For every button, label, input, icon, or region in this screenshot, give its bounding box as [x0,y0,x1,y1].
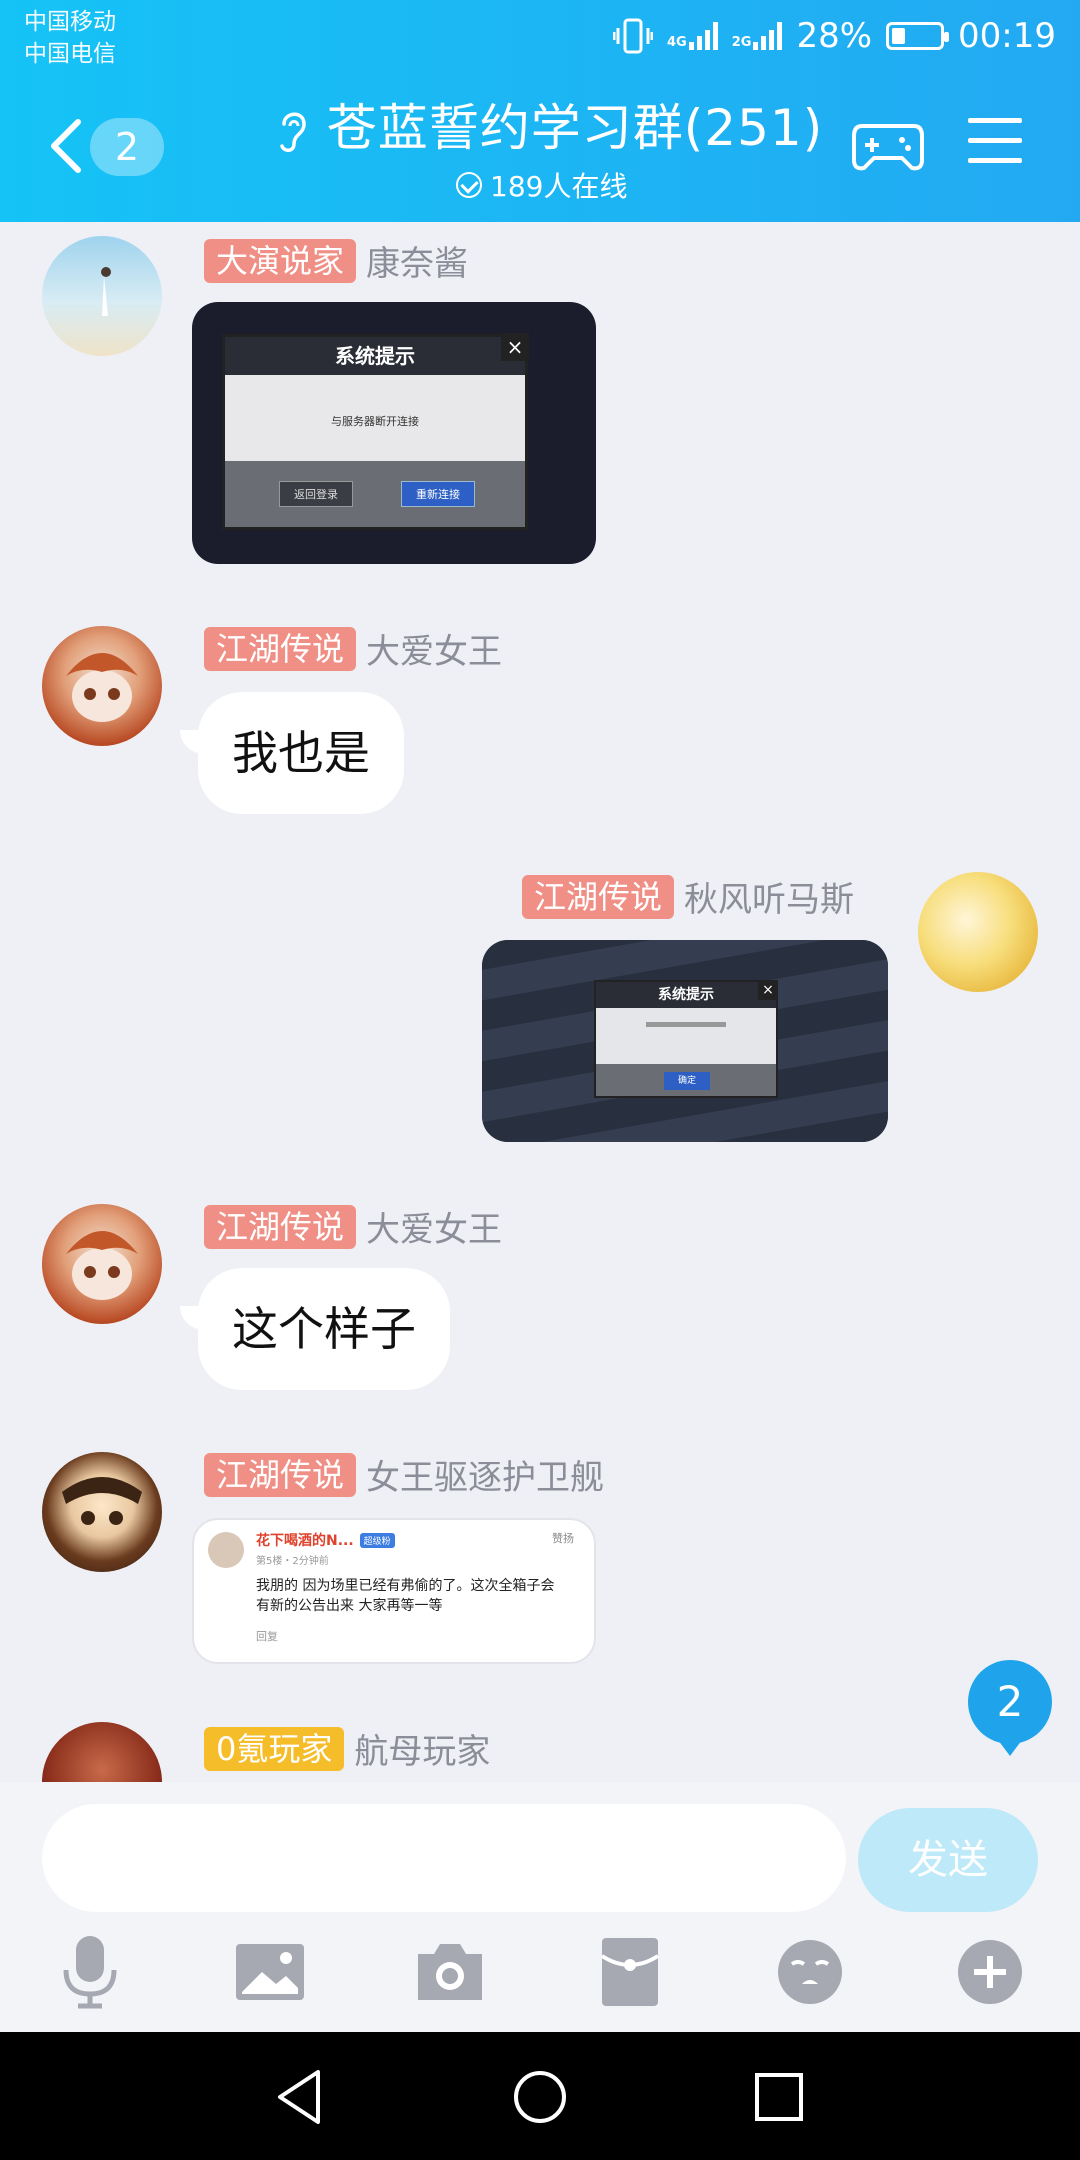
signal-bars-1-icon [688,22,718,50]
image-message[interactable]: 系统提示 × 与服务器断开连接 返回登录 重新连接 [192,302,596,564]
carrier-2: 中国电信 [24,41,116,67]
back-triangle-icon[interactable] [266,2062,336,2132]
post-reply: 回复 [256,1630,278,1643]
battery-icon [886,22,950,50]
dialog-ok: 确定 [664,1072,710,1090]
dialog-title: 系统提示 [596,982,776,1008]
sender-meta: 大演说家 康奈酱 [204,236,468,285]
red-packet-icon[interactable] [590,1932,670,2012]
dialog-screenshot: 系统提示 × 与服务器断开连接 返回登录 重新连接 [222,333,529,530]
online-status: 189人在线 [456,165,627,205]
unread-badge[interactable]: 2 [90,118,164,176]
sender-meta: 江湖传说 女王驱逐护卫舰 [204,1450,604,1499]
chat-screen: 中国移动 中国电信 4G 2G 28% 00:19 2 苍蓝誓约学习群(251) [0,0,1080,2160]
group-title: 苍蓝誓约学习群(251) [326,99,824,157]
vibrate-icon [613,18,653,54]
dialog-body: 与服务器断开连接 [331,415,419,428]
avatar[interactable] [42,1204,162,1324]
recents-square-icon[interactable] [744,2062,814,2132]
dialog-title: 系统提示 [225,337,525,375]
back-chevron-icon[interactable] [46,118,86,174]
post-text: 我朋的 因为场里已经有弗偷的了。这次全箱子会 有新的公告出来 大家再等一等 [256,1576,554,1616]
camera-icon[interactable] [410,1932,490,2012]
home-circle-icon[interactable] [505,2062,575,2132]
sender-meta: 江湖传说 秋风听马斯 [522,872,854,921]
post-line-2: 有新的公告出来 大家再等一等 [256,1598,443,1614]
message-list[interactable]: 大演说家 康奈酱 系统提示 × 与服务器断开连接 返回登录 重新连接 江湖传说 … [0,222,1080,1782]
text-bubble[interactable]: 这个样子 [180,1268,450,1390]
online-count: 189人在线 [490,170,628,203]
sender-name[interactable]: 康奈酱 [366,236,468,285]
check-circle-icon [456,172,482,198]
post-line-1: 我朋的 因为场里已经有弗偷的了。这次全箱子会 [256,1578,555,1594]
avatar[interactable] [918,872,1038,992]
post-badge: 超级粉 [359,1532,395,1548]
dialog-screenshot: 系统提示 × 确定 [594,980,778,1098]
sender-name[interactable]: 大爱女王 [366,624,502,673]
net-type-1: 4G [667,35,687,50]
battery-percent: 28% [796,16,873,56]
avatar[interactable] [42,1452,162,1572]
close-icon: × [501,333,529,361]
level-tag: 江湖传说 [204,1452,357,1497]
level-tag: 江湖传说 [522,874,675,919]
sender-meta: 0氪玩家 航母玩家 [204,1724,490,1773]
dialog-btn-right: 重新连接 [401,481,475,507]
message-input[interactable] [42,1804,846,1912]
avatar[interactable] [42,236,162,356]
level-tag: 大演说家 [204,238,357,283]
header: 中国移动 中国电信 4G 2G 28% 00:19 2 苍蓝誓约学习群(251) [0,0,1080,222]
sender-meta: 江湖传说 大爱女王 [204,1202,502,1251]
post-like: 赞扬 [552,1532,574,1545]
level-tag: 江湖传说 [204,1204,357,1249]
menu-icon[interactable] [968,118,1022,172]
signal-1: 4G [667,22,718,50]
text-bubble[interactable]: 我也是 [180,692,404,814]
avatar [208,1532,244,1568]
navigation-bar [0,2032,1080,2160]
image-icon[interactable] [230,1932,310,2012]
status-icons: 4G 2G 28% 00:19 [613,14,1056,58]
avatar[interactable] [42,626,162,746]
sender-name[interactable]: 秋风听马斯 [684,872,854,921]
image-message[interactable]: 花下喝酒的N... 超级粉 赞扬 第5楼・2分钟前 我朋的 因为场里已经有弗偷的… [192,1518,596,1664]
battery-fill [892,28,905,44]
carriers: 中国移动 中国电信 [24,6,116,70]
gamepad-icon[interactable] [852,116,924,174]
plus-icon[interactable] [950,1932,1030,2012]
microphone-icon[interactable] [50,1932,130,2012]
image-message[interactable]: 系统提示 × 确定 [482,940,888,1142]
post-user: 花下喝酒的N... [256,1533,354,1549]
level-tag: 江湖传说 [204,626,357,671]
close-icon: × [758,980,778,1000]
avatar[interactable] [42,1722,162,1782]
emoji-icon[interactable] [770,1932,850,2012]
level-tag: 0氪玩家 [204,1726,345,1771]
sender-meta: 江湖传说 大爱女王 [204,624,502,673]
new-message-badge[interactable]: 2 [968,1660,1052,1756]
carrier-1: 中国移动 [24,9,116,35]
sender-name[interactable]: 航母玩家 [354,1724,490,1773]
title-area[interactable]: 苍蓝誓约学习群(251) [270,92,830,164]
send-button[interactable]: 发送 [858,1808,1038,1912]
net-type-2: 2G [731,35,752,50]
clock: 00:19 [958,16,1056,56]
sender-name[interactable]: 大爱女王 [366,1202,502,1251]
signal-bars-2-icon [753,22,783,50]
sender-name[interactable]: 女王驱逐护卫舰 [366,1450,604,1499]
signal-2: 2G [732,22,783,50]
dialog-btn-left: 返回登录 [279,481,353,507]
post-floor: 第5楼・2分钟前 [256,1556,329,1567]
input-bar: 发送 [0,1782,1080,2032]
